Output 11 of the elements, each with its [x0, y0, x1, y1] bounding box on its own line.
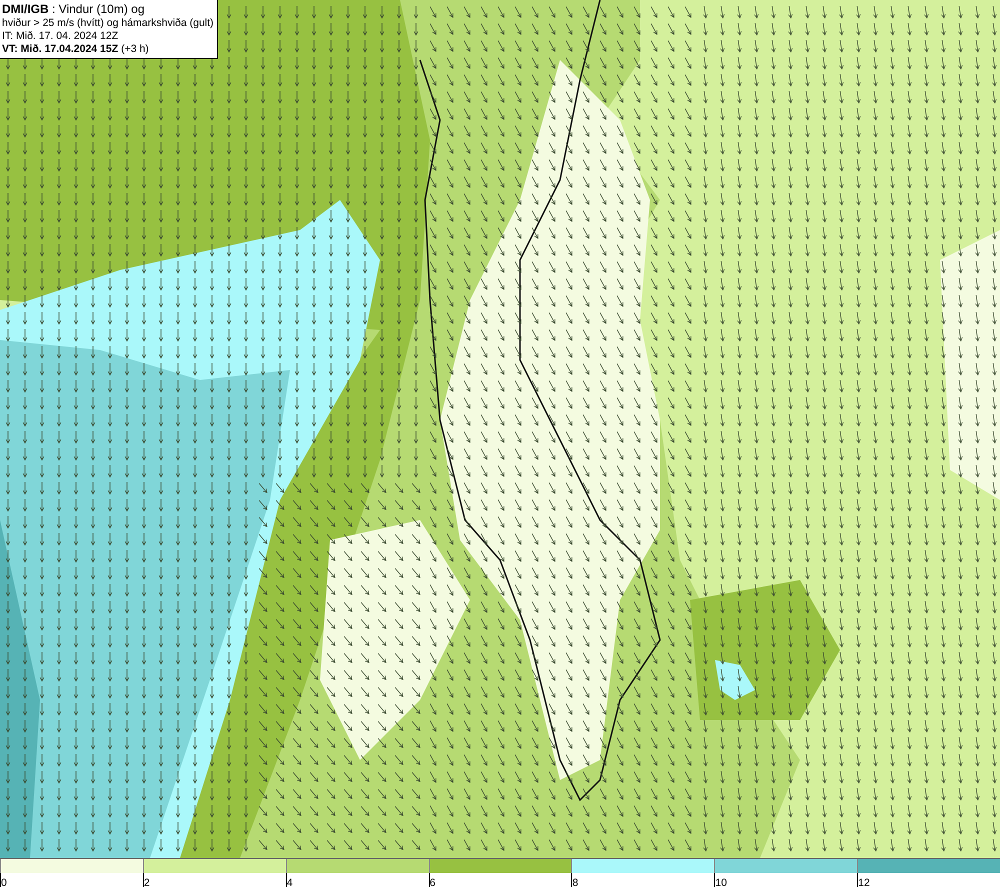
title-line: hviður > 25 m/s (hvítt) og hámarkshviða (gult) — [2, 17, 214, 30]
legend-tick-label: 12 — [858, 877, 870, 887]
legend-tick-label: 0 — [1, 877, 7, 887]
legend-tick-label: 8 — [572, 877, 578, 887]
legend-tick-label: 4 — [286, 877, 293, 887]
title-line: VT: Mið. 17.04.2024 15Z (+3 h) — [2, 43, 150, 56]
legend-tick-label: 10 — [715, 877, 727, 887]
title-line: IT: Mið. 17. 04. 2024 12Z — [2, 30, 120, 43]
legend-tick-label: 2 — [144, 877, 150, 887]
legend-tick-label: 6 — [430, 877, 436, 887]
title-line: DMI/IGB : Vindur (10m) og — [2, 2, 146, 17]
